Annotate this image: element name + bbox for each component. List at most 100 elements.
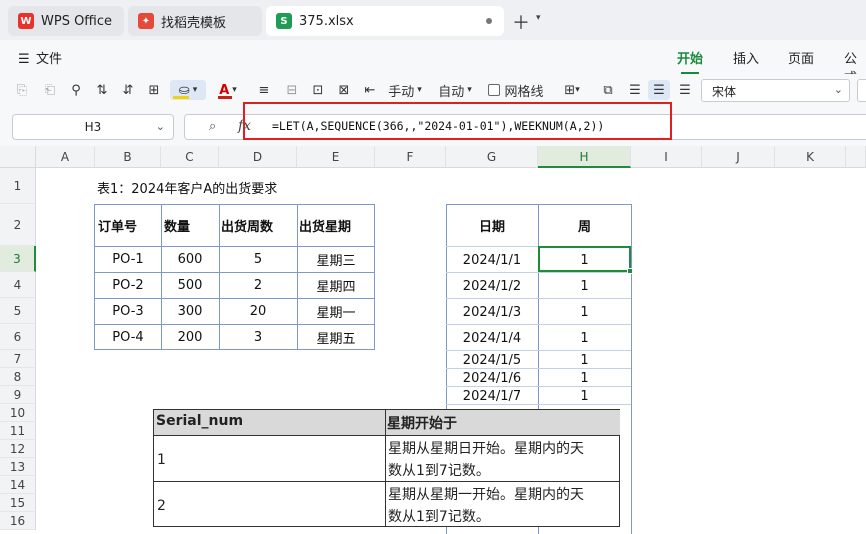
tab-template[interactable]: ✦ 找稻壳模板 — [128, 6, 262, 36]
row-header-13[interactable]: 13 — [0, 458, 36, 476]
row-header-8[interactable]: 8 — [0, 368, 36, 386]
date-header-cell[interactable]: 日期 — [446, 205, 538, 246]
week-cell[interactable]: 1 — [538, 273, 631, 299]
gridlines-checkbox[interactable]: 网格线 — [487, 80, 545, 100]
row-header-5[interactable]: 5 — [0, 298, 36, 324]
table-cell[interactable]: 星期五 — [297, 324, 375, 350]
table-cell[interactable]: 500 — [161, 272, 219, 298]
date-cell[interactable]: 2024/1/3 — [446, 299, 538, 325]
paste-icon[interactable]: ⎗ — [40, 80, 60, 100]
wrap-text-icon[interactable]: ≡ — [254, 80, 274, 100]
weekday-header-cell[interactable]: 出货星期 — [297, 205, 375, 246]
qty-header-cell[interactable]: 数量 — [161, 205, 219, 246]
borders-icon[interactable]: ⊞ — [144, 80, 164, 100]
row-height-dropdown[interactable]: 手动 ▾ — [384, 80, 426, 100]
fill-handle[interactable] — [627, 268, 633, 274]
filter-icon[interactable]: ⚲ — [66, 80, 86, 100]
row-header-7[interactable]: 7 — [0, 350, 36, 368]
merge-icon[interactable]: ⊟ — [282, 80, 302, 100]
column-header-g[interactable]: G — [446, 146, 538, 168]
align-left-icon[interactable]: ☰ — [626, 80, 644, 100]
fill-color-button[interactable]: ⛀ ▾ — [170, 80, 206, 100]
table-cell[interactable]: 300 — [161, 298, 219, 324]
row-header-12[interactable]: 12 — [0, 440, 36, 458]
table-cell[interactable]: PO-2 — [95, 272, 161, 298]
indent-icon[interactable]: ⇤ — [360, 80, 380, 100]
row-header-10[interactable]: 10 — [0, 404, 36, 422]
column-header-k[interactable]: K — [775, 146, 846, 168]
row-header-6[interactable]: 6 — [0, 324, 36, 350]
column-header-h[interactable]: H — [538, 146, 631, 168]
table-cell[interactable]: PO-4 — [95, 324, 161, 350]
table-cell[interactable]: 600 — [161, 246, 219, 272]
week-header-cell[interactable]: 出货周数 — [219, 205, 297, 246]
date-cell[interactable]: 2024/1/7 — [446, 387, 538, 405]
table-cell[interactable]: 星期三 — [297, 246, 375, 272]
tab-page[interactable]: 页面 — [788, 48, 814, 67]
paste-values-icon[interactable]: ⎘ — [12, 80, 32, 100]
column-header-b[interactable]: B — [95, 146, 161, 168]
help-header-cell: Serial_num — [154, 410, 385, 435]
format-cells-icon[interactable]: ⊠ — [334, 80, 354, 100]
table-cell[interactable]: 200 — [161, 324, 219, 350]
date-cell[interactable]: 2024/1/2 — [446, 273, 538, 299]
row-header-16[interactable]: 16 — [0, 512, 36, 530]
cell-style-icon[interactable]: ⊞ ▾ — [560, 80, 584, 100]
insert-cells-icon[interactable]: ⊡ — [308, 80, 328, 100]
tab-home[interactable]: 开始 — [677, 48, 703, 74]
file-menu-button[interactable]: ☰ 文件 — [18, 48, 62, 67]
chevron-down-icon[interactable]: ▾ — [536, 13, 541, 23]
name-box[interactable]: H3 ⌄ — [12, 114, 174, 140]
new-tab-button[interactable]: ＋ — [512, 9, 530, 35]
week-cell[interactable]: 1 — [538, 351, 631, 369]
date-cell[interactable]: 2024/1/4 — [446, 325, 538, 351]
row-header-1[interactable]: 1 — [0, 168, 36, 204]
row-header-15[interactable]: 15 — [0, 494, 36, 512]
font-color-button[interactable]: A ▾ — [214, 80, 242, 100]
tab-wps-office[interactable]: W WPS Office — [8, 6, 124, 36]
freeze-icon[interactable]: ⧉ — [598, 80, 618, 100]
tab-insert[interactable]: 插入 — [733, 48, 759, 67]
table-cell[interactable]: 星期一 — [297, 298, 375, 324]
week-cell[interactable]: 1 — [538, 299, 631, 325]
font-size-select[interactable] — [857, 79, 866, 102]
week-cell[interactable]: 1 — [538, 325, 631, 351]
order-header-cell[interactable]: 订单号 — [95, 205, 161, 246]
row-header-14[interactable]: 14 — [0, 476, 36, 494]
row-header-3[interactable]: 3 — [0, 246, 36, 272]
font-name-select[interactable]: 宋体 ⌄ — [701, 79, 850, 102]
week-cell[interactable]: 1 — [538, 387, 631, 405]
date-cell[interactable]: 2024/1/1 — [446, 247, 538, 273]
table-cell[interactable]: 星期四 — [297, 272, 375, 298]
column-header-e[interactable]: E — [297, 146, 375, 168]
tab-file[interactable]: S 375.xlsx — [266, 6, 504, 36]
table-cell[interactable]: 3 — [219, 324, 297, 350]
column-header-i[interactable]: I — [631, 146, 702, 168]
column-header-a[interactable]: A — [36, 146, 95, 168]
table-cell[interactable]: 5 — [219, 246, 297, 272]
column-header-l[interactable] — [846, 146, 866, 168]
week-num-header-cell[interactable]: 周 — [538, 205, 631, 246]
col-width-dropdown[interactable]: 自动 ▾ — [434, 80, 476, 100]
table-cell[interactable]: 20 — [219, 298, 297, 324]
table-cell[interactable]: PO-1 — [95, 246, 161, 272]
column-header-d[interactable]: D — [219, 146, 297, 168]
row-header-2[interactable]: 2 — [0, 204, 36, 246]
week-cell[interactable]: 1 — [538, 369, 631, 387]
column-header-j[interactable]: J — [702, 146, 775, 168]
row-header-11[interactable]: 11 — [0, 422, 36, 440]
column-header-c[interactable]: C — [161, 146, 219, 168]
align-right-icon[interactable]: ☰ — [676, 80, 694, 100]
zoom-search-icon[interactable]: ⌕ — [209, 119, 216, 134]
date-cell[interactable]: 2024/1/6 — [446, 369, 538, 387]
align-center-icon[interactable]: ☰ — [648, 80, 670, 100]
column-header-f[interactable]: F — [375, 146, 446, 168]
sort-ascending-icon[interactable]: ⇅ — [92, 80, 112, 100]
row-header-9[interactable]: 9 — [0, 386, 36, 404]
sort-descending-icon[interactable]: ⇵ — [118, 80, 138, 100]
date-cell[interactable]: 2024/1/5 — [446, 351, 538, 369]
table-cell[interactable]: 2 — [219, 272, 297, 298]
table-cell[interactable]: PO-3 — [95, 298, 161, 324]
row-header-4[interactable]: 4 — [0, 272, 36, 298]
select-all-corner[interactable] — [0, 146, 36, 168]
